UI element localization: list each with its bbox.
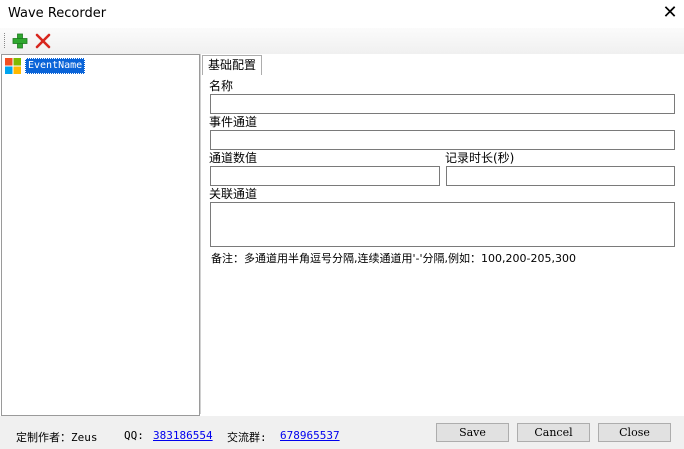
add-button[interactable] (11, 32, 29, 50)
event-channel-field[interactable] (210, 130, 675, 150)
toolbar-grip (4, 33, 7, 48)
toolbar (0, 28, 684, 54)
window-close-button[interactable]: ✕ (660, 2, 680, 24)
channel-value-label: 通道数值 (209, 151, 258, 165)
delete-button[interactable] (34, 32, 52, 50)
event-channel-label: 事件通道 (209, 115, 258, 129)
note-text: 备注：多通道用半角逗号分隔,连续通道用'-'分隔,例如：100,200-205,… (211, 252, 576, 265)
close-button[interactable]: Close (598, 423, 671, 442)
qq-link[interactable]: 383186554 (153, 429, 213, 442)
event-tree[interactable]: EventName (1, 54, 200, 416)
window-title: Wave Recorder (8, 6, 107, 21)
qq-label: QQ: (124, 429, 144, 442)
tree-item-label: EventName (25, 58, 86, 74)
save-button[interactable]: Save (436, 423, 509, 442)
name-label: 名称 (209, 79, 234, 93)
channel-value-field[interactable] (210, 166, 440, 186)
author-label: 定制作者：Zeus (16, 431, 98, 444)
windows-logo-icon (5, 58, 21, 74)
related-channel-field[interactable] (210, 202, 675, 247)
plus-icon (12, 33, 28, 49)
delete-x-icon (35, 33, 51, 49)
name-field[interactable] (210, 94, 675, 114)
group-link[interactable]: 678965537 (280, 429, 340, 442)
duration-field[interactable] (446, 166, 675, 186)
title-bar: Wave Recorder ✕ (0, 0, 684, 28)
duration-label: 记录时长(秒) (445, 151, 515, 165)
related-channel-label: 关联通道 (209, 187, 258, 201)
group-label: 交流群: (227, 431, 267, 444)
cancel-button[interactable]: Cancel (517, 423, 590, 442)
tab-basic-config[interactable]: 基础配置 (202, 55, 263, 75)
